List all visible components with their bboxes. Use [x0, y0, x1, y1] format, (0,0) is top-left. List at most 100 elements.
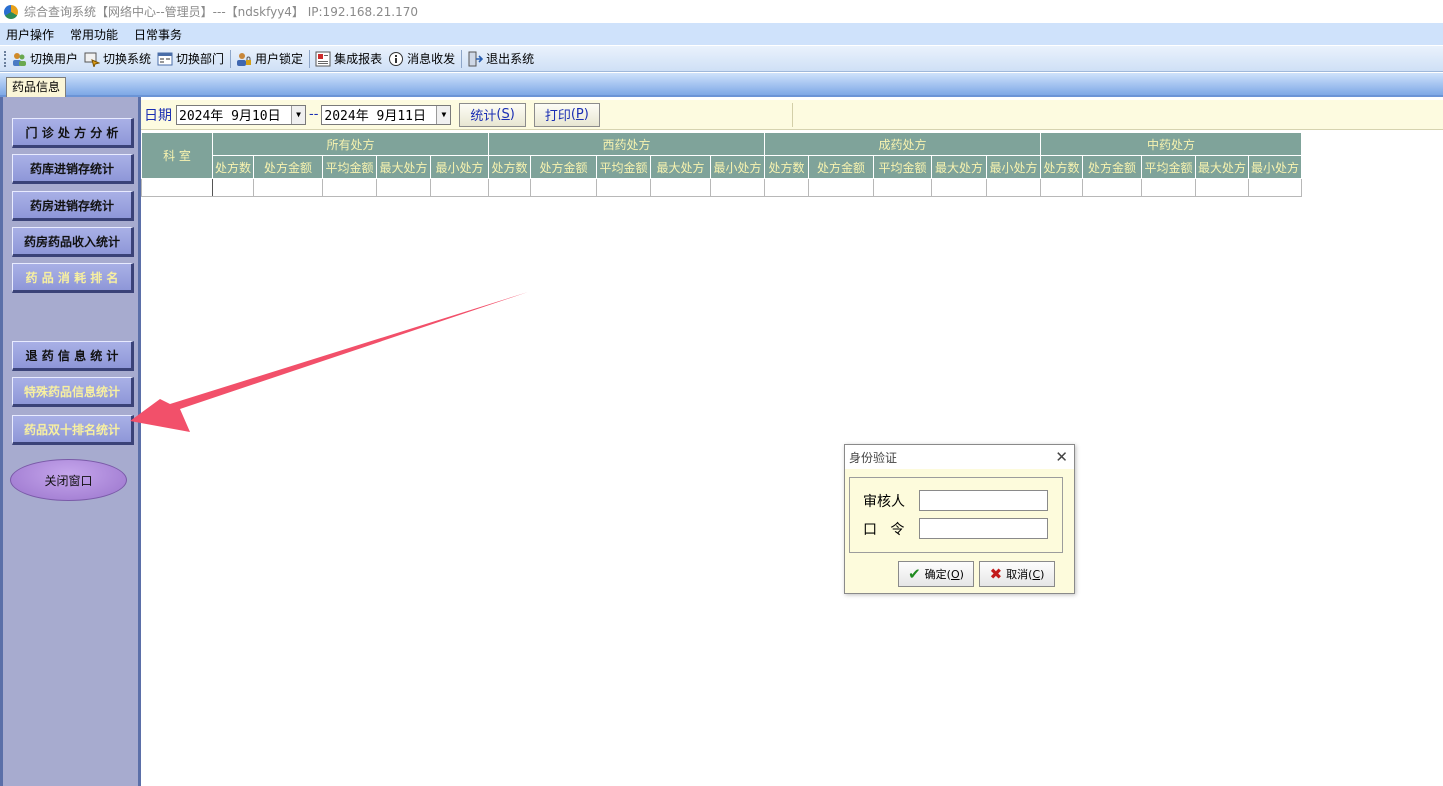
app-logo-icon — [4, 4, 18, 19]
table-cell[interactable] — [212, 178, 254, 197]
password-input[interactable] — [919, 518, 1048, 539]
column-header-max[interactable]: 最大处方 — [1195, 155, 1249, 179]
nav-pharmacy-income-stats[interactable]: 药房药品收入统计 — [12, 227, 134, 257]
dialog-title-bar[interactable]: 身份验证 ✕ — [845, 445, 1074, 469]
column-header-min[interactable]: 最小处方 — [710, 155, 765, 179]
column-header-min[interactable]: 最小处方 — [1248, 155, 1302, 179]
reviewer-row: 审核人 — [863, 490, 1048, 511]
table-cell[interactable] — [1195, 178, 1249, 197]
end-date-picker[interactable]: 2024年 9月11日 ▼ — [321, 104, 452, 125]
password-row: 口 令 — [863, 518, 1048, 539]
column-header-min[interactable]: 最小处方 — [986, 155, 1041, 179]
x-mark-icon: ✖ — [989, 565, 1003, 583]
dialog-title: 身份验证 — [849, 450, 898, 465]
group-header-western-prescriptions: 西药处方 — [488, 132, 765, 156]
user-lock-button[interactable]: 用户锁定 — [236, 50, 303, 67]
nav-drug-double-ten-ranking[interactable]: 药品双十排名统计 — [12, 415, 134, 445]
confirm-button[interactable]: ✔ 确定(O) — [898, 561, 974, 587]
switch-user-icon — [11, 51, 27, 67]
table-cell[interactable] — [488, 178, 531, 197]
column-header-max[interactable]: 最大处方 — [931, 155, 987, 179]
menu-user-operations[interactable]: 用户操作 — [6, 26, 54, 43]
column-header-max[interactable]: 最大处方 — [376, 155, 431, 179]
tab-drug-info[interactable]: 药品信息 — [6, 77, 67, 97]
table-cell[interactable] — [253, 178, 323, 197]
window-title: 综合查询系统【网络中心--管理员】---【ndskfyy4】 IP:192.16… — [24, 5, 418, 19]
table-cell[interactable] — [322, 178, 377, 197]
column-header-min[interactable]: 最小处方 — [430, 155, 489, 179]
chevron-down-icon[interactable]: ▼ — [291, 105, 305, 124]
column-header-count[interactable]: 处方数 — [1040, 155, 1083, 179]
close-window-button[interactable]: 关闭窗口 — [10, 459, 127, 501]
close-icon[interactable]: ✕ — [1055, 448, 1068, 466]
integrated-report-button[interactable]: 集成报表 — [315, 50, 382, 67]
table-cell[interactable] — [530, 178, 597, 197]
column-header-count[interactable]: 处方数 — [488, 155, 531, 179]
column-header-amount[interactable]: 处方金额 — [253, 155, 323, 179]
table-cell[interactable] — [873, 178, 932, 197]
column-header-department[interactable]: 科 室 — [141, 132, 213, 179]
integrated-report-label: 集成报表 — [334, 52, 383, 66]
column-header-amount[interactable]: 处方金额 — [530, 155, 597, 179]
checkmark-icon: ✔ — [908, 565, 921, 583]
toolbar-separator — [230, 49, 232, 68]
cancel-button[interactable]: ✖ 取消(C) — [979, 561, 1055, 587]
table-cell[interactable] — [376, 178, 431, 197]
filter-divider — [792, 103, 793, 127]
table-cell[interactable] — [596, 178, 651, 197]
nav-drug-consumption-ranking[interactable]: 药 品 消 耗 排 名 — [12, 263, 134, 293]
column-header-count[interactable]: 处方数 — [212, 155, 254, 179]
column-header-count[interactable]: 处方数 — [764, 155, 809, 179]
menu-daily-affairs[interactable]: 日常事务 — [134, 26, 182, 43]
statistics-button-label: 统计 — [470, 109, 497, 124]
column-header-amount[interactable]: 处方金额 — [808, 155, 874, 179]
table-cell[interactable] — [141, 178, 213, 197]
exit-system-label: 退出系统 — [486, 52, 535, 66]
user-lock-icon — [236, 51, 252, 67]
column-header-average[interactable]: 平均金额 — [322, 155, 377, 179]
menu-bar: 用户操作 常用功能 日常事务 — [0, 23, 1443, 45]
table-cell[interactable] — [931, 178, 987, 197]
print-button[interactable]: 打印(P) — [533, 102, 600, 127]
table-cell[interactable] — [1040, 178, 1083, 197]
group-header-all-prescriptions: 所有处方 — [212, 132, 489, 156]
start-date-picker[interactable]: 2024年 9月10日 ▼ — [176, 104, 306, 125]
exit-system-button[interactable]: 退出系统 — [467, 50, 534, 67]
table-cell[interactable] — [1141, 178, 1196, 197]
table-cell[interactable] — [1082, 178, 1142, 197]
nav-warehouse-inventory-stats[interactable]: 药库进销存统计 — [12, 154, 134, 184]
nav-pharmacy-inventory-stats[interactable]: 药房进销存统计 — [12, 191, 134, 221]
nav-special-drug-stats[interactable]: 特殊药品信息统计 — [12, 377, 134, 407]
table-cell[interactable] — [650, 178, 711, 197]
nav-outpatient-prescription-analysis[interactable]: 门 诊 处 方 分 析 — [12, 118, 134, 148]
table-cell[interactable] — [808, 178, 874, 197]
table-cell[interactable] — [764, 178, 809, 197]
reviewer-label: 审核人 — [863, 493, 905, 510]
statistics-accesskey: S — [501, 107, 510, 122]
table-cell[interactable] — [1248, 178, 1302, 197]
statistics-button[interactable]: 统计(S) — [459, 102, 526, 127]
menu-common-functions[interactable]: 常用功能 — [70, 26, 118, 43]
confirm-button-label: 确定 — [924, 568, 947, 581]
switch-department-button[interactable]: 切换部门 — [157, 50, 224, 67]
reviewer-input[interactable] — [919, 490, 1048, 511]
message-button[interactable]: 消息收发 — [388, 50, 455, 67]
chevron-down-icon[interactable]: ▼ — [436, 105, 451, 124]
toolbar-grip[interactable] — [4, 50, 7, 67]
app-window: 综合查询系统【网络中心--管理员】---【ndskfyy4】 IP:192.16… — [0, 0, 1443, 786]
toolbar-separator — [461, 49, 463, 68]
table-cell[interactable] — [710, 178, 765, 197]
column-header-average[interactable]: 平均金额 — [873, 155, 932, 179]
column-header-average[interactable]: 平均金额 — [1141, 155, 1196, 179]
column-header-max[interactable]: 最大处方 — [650, 155, 711, 179]
nav-drug-return-stats[interactable]: 退 药 信 息 统 计 — [12, 341, 134, 371]
switch-user-button[interactable]: 切换用户 — [11, 50, 78, 67]
column-header-amount[interactable]: 处方金额 — [1082, 155, 1142, 179]
column-header-average[interactable]: 平均金额 — [596, 155, 651, 179]
table-cell[interactable] — [986, 178, 1041, 197]
table-row[interactable] — [141, 178, 1302, 197]
print-button-label: 打印 — [544, 109, 571, 124]
table-cell[interactable] — [430, 178, 489, 197]
switch-system-button[interactable]: 切换系统 — [84, 50, 151, 67]
filter-bar: 日期 2024年 9月10日 ▼ -- 2024年 9月11日 ▼ 统计(S) … — [141, 100, 1443, 130]
